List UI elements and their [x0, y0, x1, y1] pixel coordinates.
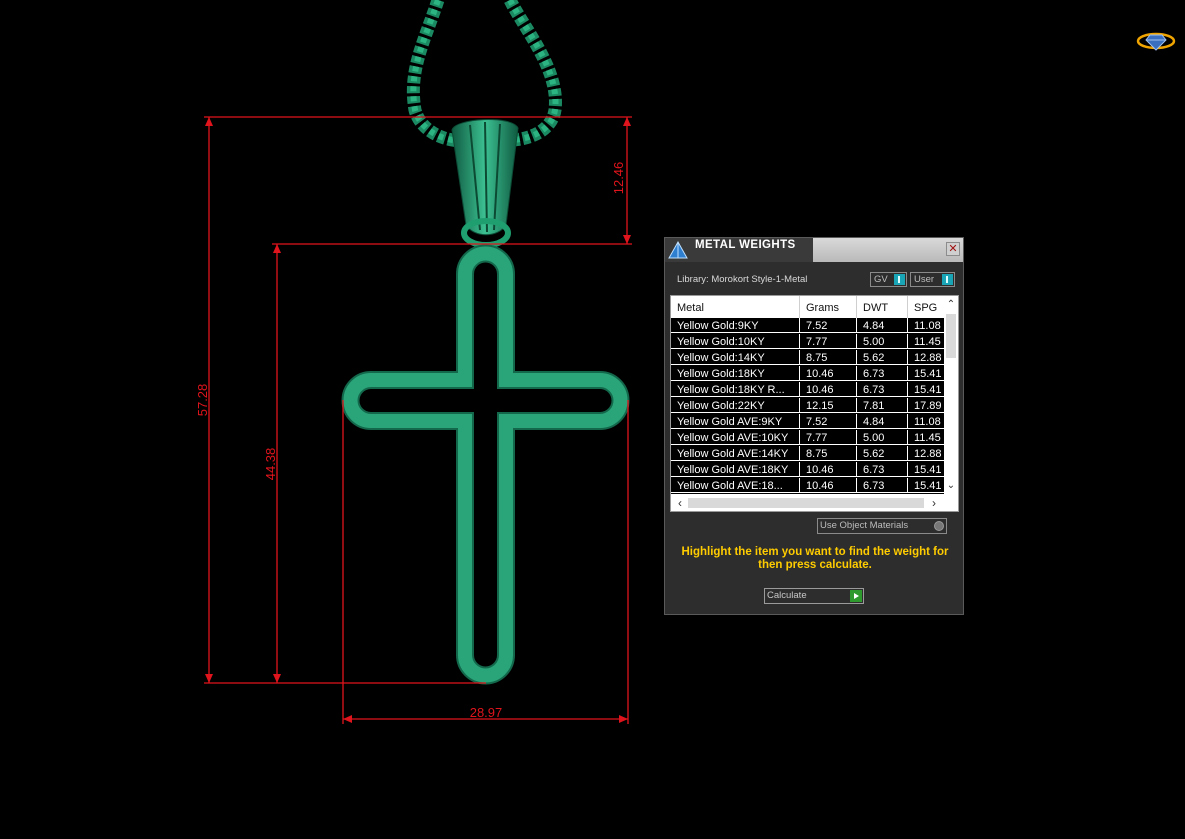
- panel-title: METAL WEIGHTS: [695, 239, 796, 251]
- dimension-total-height: 57.28: [195, 384, 210, 417]
- cross-pendant: [341, 244, 630, 685]
- table-cell-spg: 11.45: [908, 430, 948, 445]
- pyramid-icon: [667, 239, 689, 261]
- table-cell-dwt: 5.62: [857, 446, 908, 461]
- table-cell-dwt: 6.73: [857, 462, 908, 477]
- user-toggle-label: User: [914, 274, 935, 285]
- table-cell-metal: Yellow Gold:10KY: [671, 334, 800, 349]
- column-header-metal[interactable]: Metal: [671, 296, 800, 318]
- instruction-text: Highlight the item you want to find the …: [681, 546, 949, 571]
- table-row[interactable]: Yellow Gold:18KY 10.46 6.73 15.41: [671, 366, 948, 382]
- table-cell-metal: Yellow Gold:22KY: [671, 398, 800, 413]
- table-cell-grams: 8.75: [800, 350, 857, 365]
- scrollbar-thumb[interactable]: [688, 498, 924, 508]
- toggle-switch-icon: [894, 274, 905, 285]
- table-cell-dwt: 5.00: [857, 334, 908, 349]
- scroll-up-icon[interactable]: ⌃: [944, 298, 958, 312]
- table-cell-grams: 8.75: [800, 446, 857, 461]
- scroll-right-icon[interactable]: ›: [927, 496, 941, 510]
- dimension-bail-height: 12.46: [611, 162, 626, 195]
- scroll-down-icon[interactable]: ⌄: [944, 479, 958, 493]
- table-cell-metal: Yellow Gold AVE:18KY: [671, 462, 800, 477]
- table-row[interactable]: Yellow Gold:18KY R... 10.46 6.73 15.41: [671, 382, 948, 398]
- table-cell-grams: 10.46: [800, 366, 857, 381]
- table-cell-spg: 11.08: [908, 318, 948, 333]
- table-cell-spg: 17.89: [908, 398, 948, 413]
- table-cell-metal: Yellow Gold:18KY: [671, 366, 800, 381]
- gv-toggle-label: GV: [874, 274, 888, 285]
- table-cell-grams: 10.46: [800, 478, 857, 493]
- horizontal-scrollbar[interactable]: ‹ ›: [671, 495, 958, 511]
- table-row[interactable]: Yellow Gold:14KY 8.75 5.62 12.88: [671, 350, 948, 366]
- calculate-button[interactable]: Calculate: [764, 588, 864, 604]
- table-cell-dwt: 5.62: [857, 350, 908, 365]
- table-row[interactable]: Yellow Gold:22KY 12.15 7.81 17.89: [671, 398, 948, 414]
- table-cell-spg: 15.41: [908, 366, 948, 381]
- user-toggle[interactable]: User: [910, 272, 955, 287]
- table-cell-spg: 12.88: [908, 350, 948, 365]
- table-body: Yellow Gold:9KY 7.52 4.84 11.08 Yellow Gold:…: [671, 318, 948, 494]
- table-cell-dwt: 4.84: [857, 318, 908, 333]
- vertical-scrollbar[interactable]: ⌃ ⌄: [944, 296, 958, 495]
- table-row[interactable]: Yellow Gold AVE:10KY 7.77 5.00 11.45: [671, 430, 948, 446]
- use-object-materials-label: Use Object Materials: [820, 520, 909, 531]
- gv-toggle[interactable]: GV: [870, 272, 907, 287]
- metal-weights-panel: METAL WEIGHTS ✕ Library: Morokort Style-…: [664, 237, 964, 615]
- table-cell-metal: Yellow Gold:9KY: [671, 318, 800, 333]
- scroll-left-icon[interactable]: ‹: [673, 496, 687, 510]
- table-cell-metal: Yellow Gold AVE:9KY: [671, 414, 800, 429]
- table-cell-metal: Yellow Gold:18KY R...: [671, 382, 800, 397]
- column-header-dwt[interactable]: DWT: [857, 296, 908, 318]
- library-label: Library: Morokort Style-1-Metal: [677, 274, 808, 285]
- table-cell-dwt: 6.73: [857, 382, 908, 397]
- table-cell-spg: 15.41: [908, 478, 948, 493]
- table-header: Metal Grams DWT SPG: [671, 296, 944, 318]
- table-row[interactable]: Yellow Gold:9KY 7.52 4.84 11.08: [671, 318, 948, 334]
- table-cell-grams: 7.52: [800, 318, 857, 333]
- table-cell-grams: 12.15: [800, 398, 857, 413]
- table-cell-spg: 11.45: [908, 334, 948, 349]
- table-cell-grams: 7.77: [800, 334, 857, 349]
- table-cell-spg: 15.41: [908, 462, 948, 477]
- radio-icon: [934, 521, 944, 531]
- table-cell-spg: 11.08: [908, 414, 948, 429]
- table-cell-dwt: 7.81: [857, 398, 908, 413]
- column-header-grams[interactable]: Grams: [800, 296, 857, 318]
- use-object-materials-toggle[interactable]: Use Object Materials: [817, 518, 947, 534]
- column-header-spg[interactable]: SPG: [908, 296, 948, 318]
- table-row[interactable]: Yellow Gold:10KY 7.77 5.00 11.45: [671, 334, 948, 350]
- close-icon[interactable]: ✕: [946, 242, 960, 256]
- table-cell-dwt: 6.73: [857, 478, 908, 493]
- table-row[interactable]: Yellow Gold AVE:18... 10.46 6.73 15.41: [671, 478, 948, 494]
- bail: [451, 119, 519, 248]
- scrollbar-thumb[interactable]: [946, 314, 956, 358]
- table-cell-grams: 7.77: [800, 430, 857, 445]
- table-cell-metal: Yellow Gold:14KY: [671, 350, 800, 365]
- table-row[interactable]: Yellow Gold AVE:18KY 10.46 6.73 15.41: [671, 462, 948, 478]
- table-cell-dwt: 6.73: [857, 366, 908, 381]
- 3d-viewport[interactable]: 57.28 44.38 12.46 28.97: [0, 0, 1185, 839]
- dimension-width: 28.97: [470, 705, 503, 720]
- play-arrow-icon: [850, 590, 862, 602]
- dimension-cross-height: 44.38: [263, 448, 278, 481]
- table-row[interactable]: Yellow Gold AVE:9KY 7.52 4.84 11.08: [671, 414, 948, 430]
- table-row[interactable]: Yellow Gold AVE:14KY 8.75 5.62 12.88: [671, 446, 948, 462]
- table-cell-spg: 12.88: [908, 446, 948, 461]
- panel-header[interactable]: METAL WEIGHTS ✕: [665, 238, 963, 262]
- table-cell-metal: Yellow Gold AVE:14KY: [671, 446, 800, 461]
- calculate-label: Calculate: [767, 590, 807, 601]
- app-logo-icon: [1136, 32, 1176, 51]
- table-cell-grams: 7.52: [800, 414, 857, 429]
- table-cell-dwt: 5.00: [857, 430, 908, 445]
- table-cell-metal: Yellow Gold AVE:10KY: [671, 430, 800, 445]
- table-cell-grams: 10.46: [800, 382, 857, 397]
- table-cell-grams: 10.46: [800, 462, 857, 477]
- table-cell-spg: 15.41: [908, 382, 948, 397]
- table-cell-dwt: 4.84: [857, 414, 908, 429]
- metal-table: Metal Grams DWT SPG Yellow Gold:9KY 7.52 4…: [670, 295, 959, 512]
- table-cell-metal: Yellow Gold AVE:18...: [671, 478, 800, 493]
- toggle-switch-icon: [942, 274, 953, 285]
